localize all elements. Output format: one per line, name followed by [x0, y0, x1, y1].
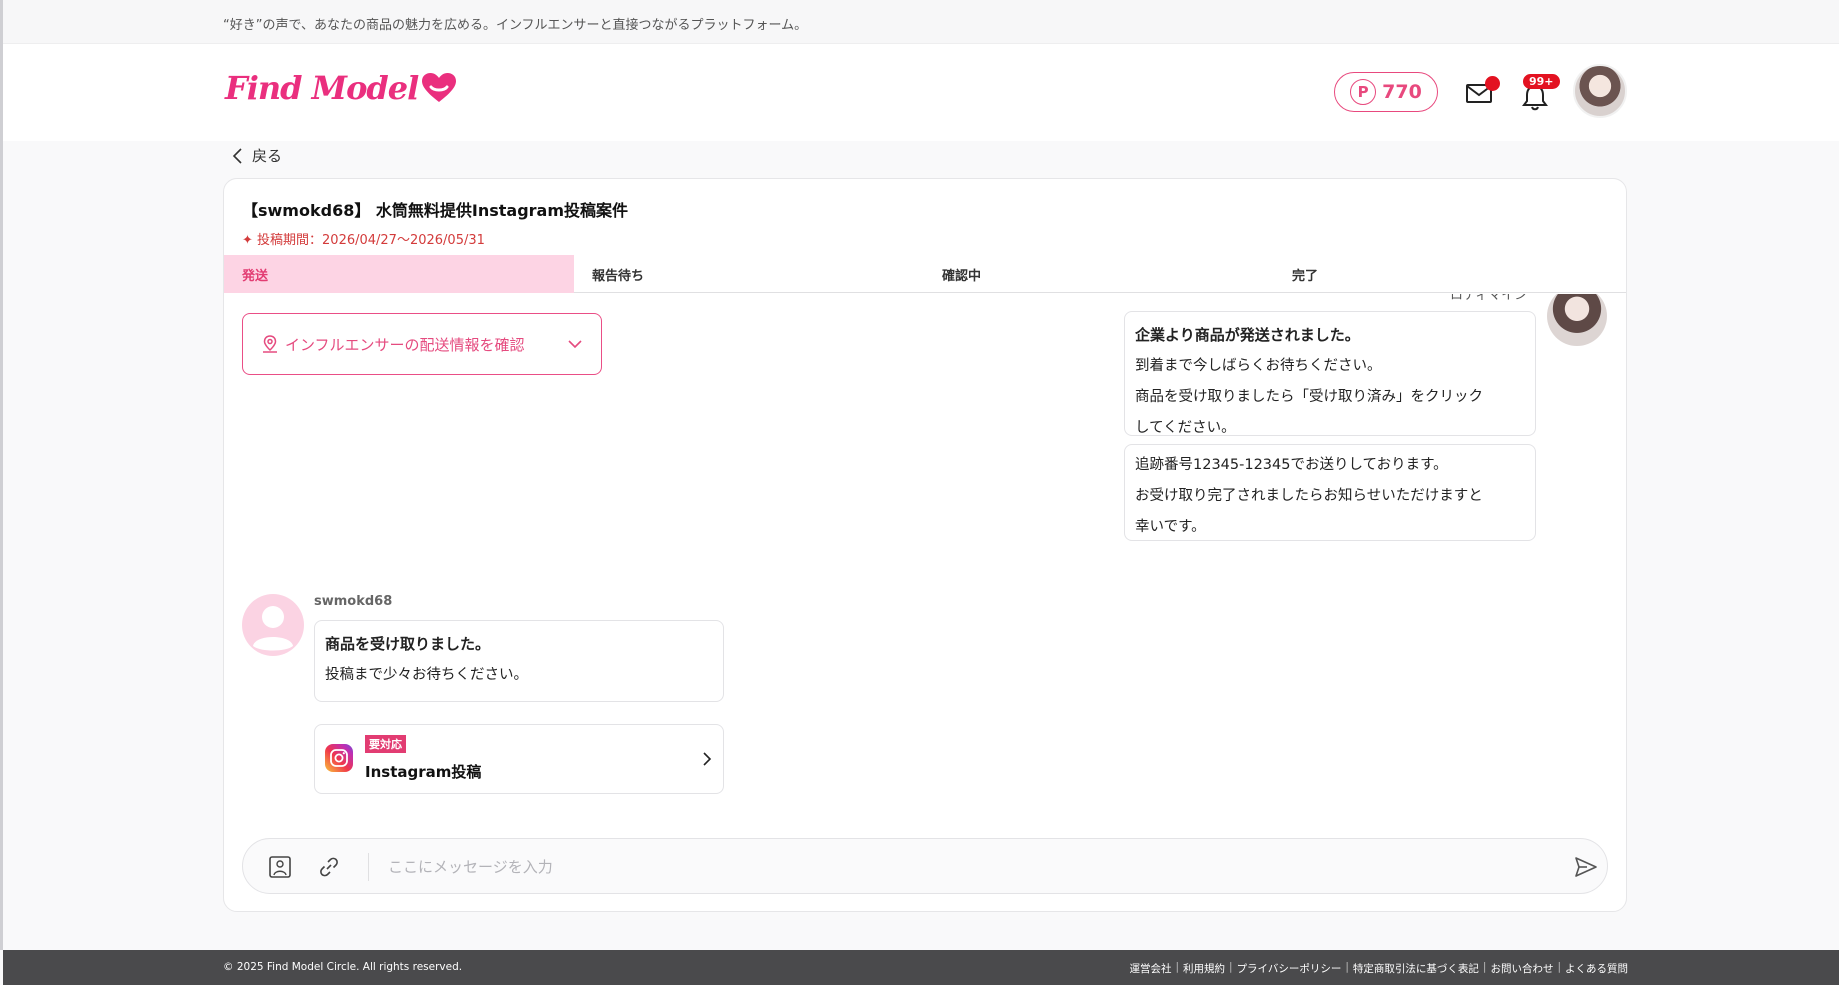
- logo[interactable]: Find Model: [225, 66, 457, 110]
- points-icon: P: [1350, 79, 1377, 105]
- footer-link-company[interactable]: 運営会社: [1129, 961, 1171, 976]
- footer-separator: |: [1229, 961, 1233, 973]
- notifications-button[interactable]: 99+: [1520, 74, 1568, 112]
- footer-link-faq[interactable]: よくある質問: [1565, 961, 1628, 976]
- unread-dot: [1485, 76, 1500, 91]
- header: Find Model P 770 99+: [3, 44, 1839, 141]
- footer-separator: |: [1482, 961, 1487, 973]
- points-value: 770: [1382, 81, 1422, 103]
- tab-completed[interactable]: 完了: [1274, 255, 1624, 293]
- action-required-badge: 要対応: [365, 735, 406, 753]
- mail-button[interactable]: [1465, 76, 1500, 108]
- logo-text: Find Model: [225, 69, 419, 107]
- message-input[interactable]: [388, 853, 1478, 881]
- footer-separator: |: [1557, 961, 1561, 973]
- influencer-name: swmokd68: [314, 594, 393, 609]
- status-tabs: 発送 報告待ち 確認中 完了: [224, 255, 1626, 293]
- back-link[interactable]: 戻る: [232, 145, 282, 166]
- message-title: 企業より商品が発送されました。: [1135, 326, 1360, 344]
- person-icon: [253, 606, 293, 651]
- window-edge: [0, 0, 3, 950]
- heart-logo-icon: [422, 73, 457, 102]
- message-bubble-company: 企業より商品が発送されました。 到着まで今しばらくお待ちください。 商品を受け取…: [1124, 311, 1536, 436]
- footer-separator: |: [1175, 961, 1180, 973]
- shipping-info-label: インフルエンサーの配送情報を確認: [285, 335, 525, 354]
- location-pin-icon: [263, 335, 277, 353]
- message-line: 幸いです。: [1135, 519, 1206, 535]
- footer-link-terms[interactable]: 利用規約: [1183, 961, 1225, 976]
- chevron-down-icon: [568, 340, 582, 349]
- link-icon[interactable]: [317, 855, 341, 879]
- task-label: Instagram投稿: [365, 763, 482, 781]
- footer-link-commerce-law[interactable]: 特定商取引法に基づく表記: [1353, 961, 1479, 976]
- message-line: 投稿まで少々お待ちください。: [325, 667, 528, 683]
- campaign-title: 【swmokd68】 水筒無料提供Instagram投稿案件: [242, 201, 629, 220]
- message-composer: [242, 838, 1608, 894]
- shipping-info-toggle[interactable]: インフルエンサーの配送情報を確認: [242, 313, 602, 375]
- back-label: 戻る: [252, 147, 283, 165]
- send-icon[interactable]: [1573, 854, 1599, 880]
- tagline: “好き”の声で、あなたの商品の魅力を広める。インフルエンサーと直接つながるプラッ…: [223, 18, 808, 33]
- tab-confirming[interactable]: 確認中: [924, 255, 1274, 293]
- composer-divider: [368, 853, 369, 881]
- chat-thread[interactable]: インフルエンサーの配送情報を確認 ロティマイン 企業より商品が発送されました。 …: [224, 294, 1626, 829]
- message-line: 到着まで今しばらくお待ちください。: [1135, 358, 1382, 374]
- message-line: 追跡番号12345-12345でお送りしております。: [1135, 457, 1448, 473]
- company-name: ロティマイン: [1450, 294, 1528, 303]
- instagram-icon: [325, 744, 353, 772]
- points-button[interactable]: P 770: [1334, 72, 1438, 112]
- influencer-avatar: [242, 594, 304, 656]
- message-bubble-influencer: 商品を受け取りました。 投稿まで少々お待ちください。: [314, 620, 724, 702]
- message-line: お受け取り完了されましたらお知らせいただけますと: [1135, 488, 1483, 504]
- footer-separator: |: [1345, 961, 1349, 973]
- user-avatar[interactable]: [1573, 64, 1627, 118]
- footer-links: 運営会社 | 利用規約 | プライバシーポリシー | 特定商取引法に基づく表記 | お問…: [1129, 961, 1628, 976]
- message-line: 商品を受け取りましたら「受け取り済み」をクリック: [1135, 389, 1483, 405]
- footer-link-contact[interactable]: お問い合わせ: [1490, 961, 1553, 976]
- notification-count-badge: 99+: [1523, 74, 1560, 89]
- posting-period: ✦ 投稿期間：2026/04/27〜2026/05/31: [242, 233, 485, 248]
- instagram-post-task[interactable]: 要対応 Instagram投稿: [314, 724, 724, 794]
- copyright: © 2025 Find Model Circle. All rights res…: [223, 961, 463, 973]
- message-bubble-company: 追跡番号12345-12345でお送りしております。 お受け取り完了されましたら…: [1124, 444, 1536, 541]
- footer: © 2025 Find Model Circle. All rights res…: [3, 950, 1839, 985]
- message-title: 商品を受け取りました。: [325, 635, 491, 653]
- image-attach-icon[interactable]: [268, 855, 292, 879]
- company-avatar: [1547, 294, 1607, 346]
- tab-awaiting-report[interactable]: 報告待ち: [574, 255, 924, 293]
- chevron-left-icon: [232, 147, 242, 164]
- campaign-card: 【swmokd68】 水筒無料提供Instagram投稿案件 ✦ 投稿期間：20…: [223, 178, 1627, 912]
- tab-shipping[interactable]: 発送: [224, 255, 574, 293]
- tagline-bar: “好き”の声で、あなたの商品の魅力を広める。インフルエンサーと直接つながるプラッ…: [3, 0, 1839, 44]
- message-line: してください。: [1135, 420, 1236, 436]
- chevron-right-icon: [703, 752, 712, 766]
- footer-link-privacy[interactable]: プライバシーポリシー: [1237, 961, 1342, 976]
